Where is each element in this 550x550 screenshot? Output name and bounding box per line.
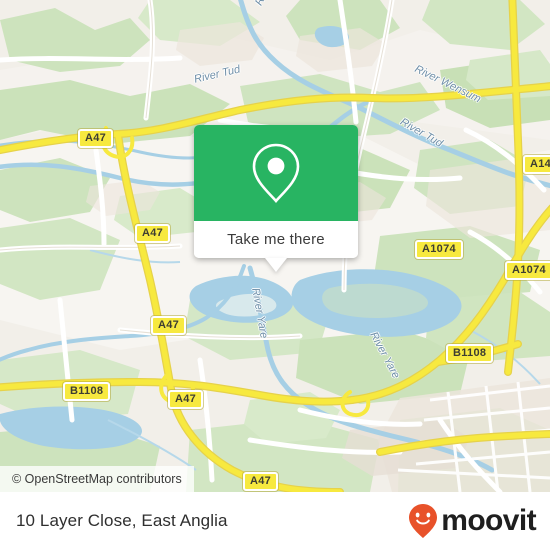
map-screenshot: A47 A47 A47 A47 A47 B1108 B1108 A1074 A1… — [0, 0, 550, 550]
road-shield-a47[interactable]: A47 — [168, 390, 204, 409]
road-shield-a47[interactable]: A47 — [151, 316, 187, 335]
road-shield-b1108[interactable]: B1108 — [63, 382, 111, 401]
take-me-there-label: Take me there — [227, 231, 325, 248]
road-shield-a47[interactable]: A47 — [78, 129, 114, 148]
osm-attribution-text: © OpenStreetMap contributors — [12, 472, 182, 486]
footer-bar: 10 Layer Close, East Anglia moovit — [0, 492, 550, 550]
road-shield-b1108[interactable]: B1108 — [446, 344, 494, 363]
take-me-there-card[interactable]: Take me there — [194, 125, 358, 272]
osm-attribution-bar[interactable]: © OpenStreetMap contributors — [0, 466, 194, 492]
location-pin-icon — [252, 143, 300, 203]
road-shield-a1074[interactable]: A1074 — [505, 261, 550, 280]
road-shield-a1074[interactable]: A1074 — [415, 240, 463, 259]
road-shield-a47[interactable]: A47 — [135, 224, 171, 243]
road-shield-a47[interactable]: A47 — [243, 472, 279, 491]
moovit-wordmark: moovit — [441, 504, 536, 537]
place-title: 10 Layer Close, East Anglia — [16, 511, 228, 530]
card-pointer-tail — [265, 258, 287, 272]
card-header — [194, 125, 358, 221]
card-action-bar[interactable]: Take me there — [194, 221, 358, 258]
road-shield-a140[interactable]: A140 — [523, 155, 550, 174]
footer-content: 10 Layer Close, East Anglia moovit — [0, 492, 550, 550]
moovit-logo[interactable]: moovit — [408, 503, 537, 539]
map-canvas[interactable]: A47 A47 A47 A47 A47 B1108 B1108 A1074 A1… — [0, 0, 550, 492]
moovit-pin-smile-icon — [409, 504, 438, 538]
